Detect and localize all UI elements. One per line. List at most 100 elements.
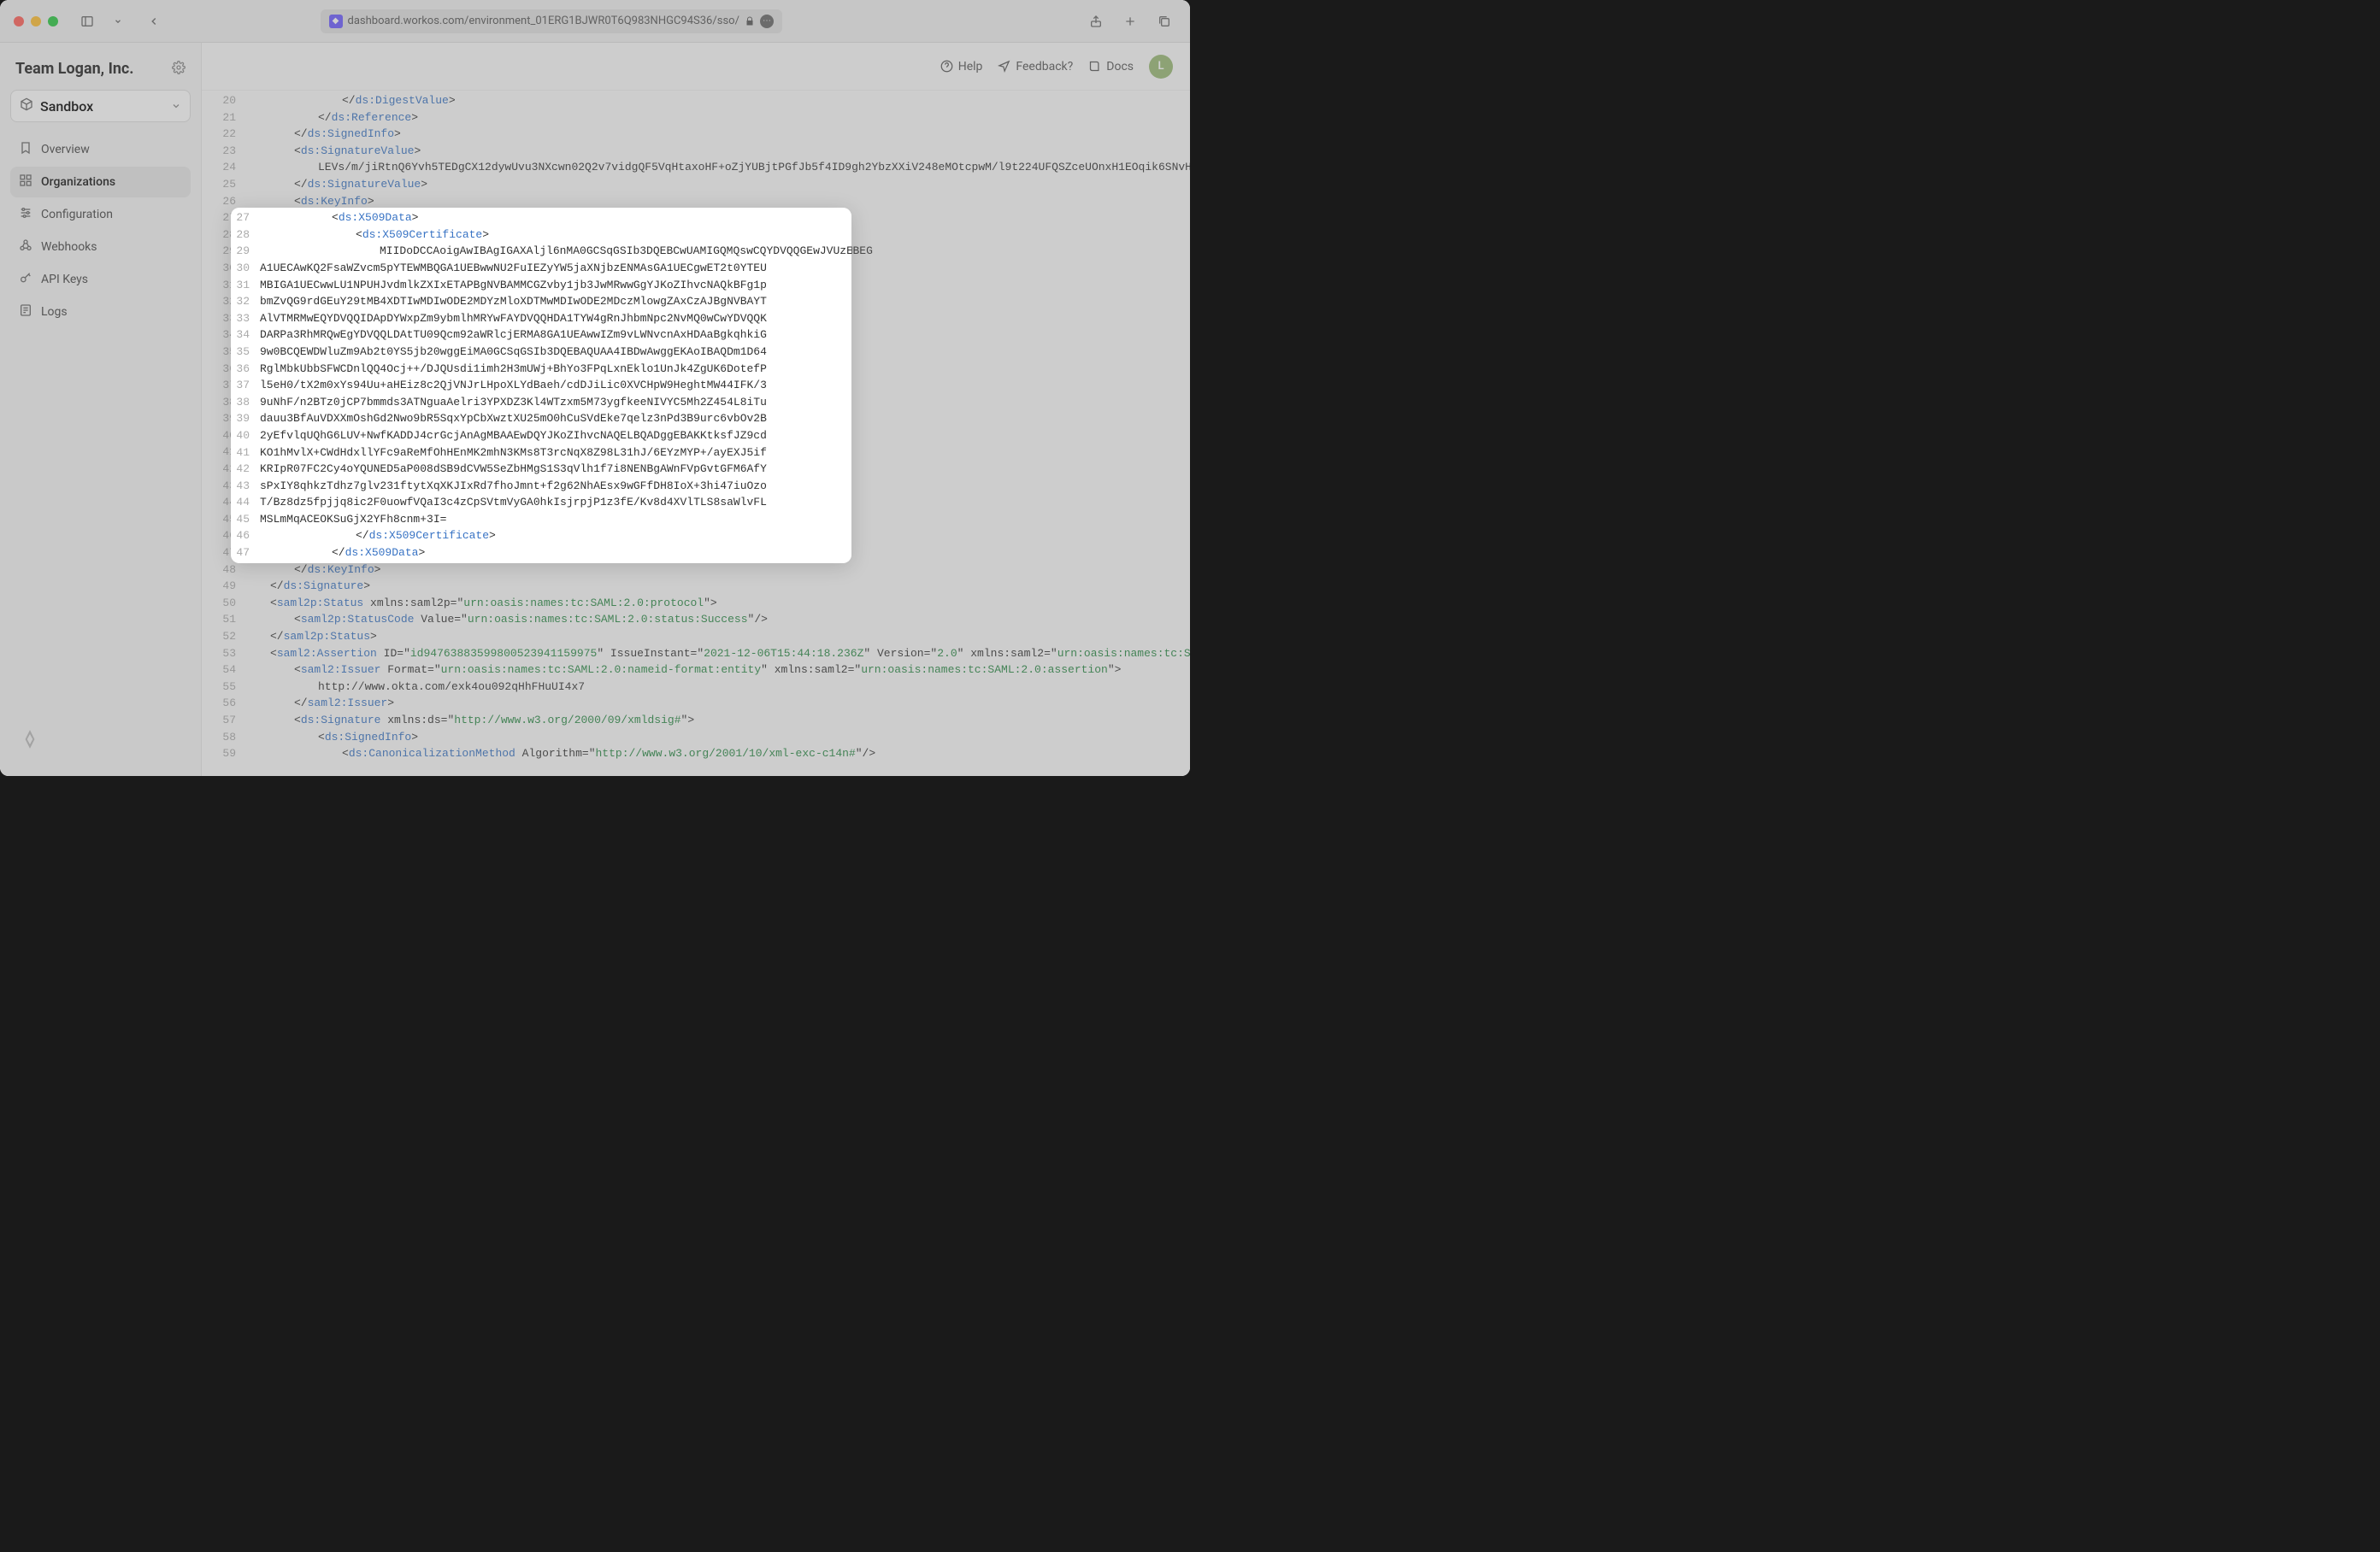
line-number: 42	[202, 461, 246, 478]
line-number: 28	[202, 226, 246, 244]
back-button[interactable]	[142, 9, 166, 33]
url-right-icons: ⋯	[745, 15, 774, 28]
code-text: 9w0BCQEWDWluZm9Ab2t0YS5jb20wggEiMA0GCSqG…	[246, 344, 1190, 361]
line-number: 46	[202, 527, 246, 544]
code-text: <ds:KeyInfo>	[246, 193, 1190, 210]
docs-link[interactable]: Docs	[1088, 60, 1134, 73]
code-line: 389uNhF/n2BTz0jCP7bmmds3ATNguaAelri3YPXD…	[202, 394, 1190, 411]
sidebar-item-overview[interactable]: Overview	[10, 134, 191, 165]
help-link[interactable]: Help	[940, 60, 983, 73]
chevron-down-icon	[171, 98, 181, 115]
bookmark-icon	[19, 141, 32, 158]
code-text: </ds:Signature>	[246, 578, 1190, 595]
line-number: 22	[202, 126, 246, 143]
sidebar-toggle-button[interactable]	[75, 9, 99, 33]
code-text: <ds:SignatureValue>	[246, 143, 1190, 160]
new-tab-button[interactable]	[1118, 9, 1142, 33]
code-text: RglMbkUbbSFWCDnlQQ4Ocj++/DJQUsdi1imh2H3m…	[246, 361, 1190, 378]
code-line: 42KRIpR07FC2Cy4oYQUNED5aP008dSB9dCVW5SeZ…	[202, 461, 1190, 478]
code-line: 53<saml2:Assertion ID="id947638835998005…	[202, 645, 1190, 662]
code-line: 47</ds:X509Data>	[202, 544, 1190, 561]
url-text: dashboard.workos.com/environment_01ERG1B…	[348, 15, 739, 27]
share-button[interactable]	[1084, 9, 1108, 33]
code-line: 27<ds:X509Data>	[202, 209, 1190, 226]
line-number: 21	[202, 109, 246, 126]
sidebar-item-label: Organizations	[41, 175, 115, 189]
line-number: 58	[202, 729, 246, 746]
code-line: 34DARPa3RhMRQwEgYDVQQLDAtTU09Qcm92aWRlcj…	[202, 326, 1190, 344]
line-number: 32	[202, 293, 246, 310]
line-number: 40	[202, 427, 246, 444]
code-line: 55http://www.okta.com/exk4ou092qHhFHuUI4…	[202, 679, 1190, 696]
site-favicon: ◆	[329, 15, 343, 28]
content-area: Help Feedback? Docs L 20</ds:DigestValue…	[202, 43, 1190, 776]
feedback-link[interactable]: Feedback?	[998, 60, 1073, 73]
line-number: 52	[202, 628, 246, 645]
code-text: <ds:X509Data>	[246, 209, 1190, 226]
code-viewer[interactable]: 20</ds:DigestValue>21</ds:Reference>22</…	[202, 91, 1190, 776]
code-text: <ds:Signature xmlns:ds="http://www.w3.or…	[246, 712, 1190, 729]
environment-selector[interactable]: Sandbox	[10, 90, 191, 122]
line-number: 47	[202, 544, 246, 561]
code-line: 50<saml2p:Status xmlns:saml2p="urn:oasis…	[202, 595, 1190, 612]
minimize-window-button[interactable]	[31, 16, 41, 26]
sliders-icon	[19, 206, 32, 223]
code-line: 24LEVs/m/jiRtnQ6Yvh5TEDgCX12dywUvu3NXcwn…	[202, 159, 1190, 176]
gear-icon[interactable]	[172, 61, 186, 78]
sidebar-item-logs[interactable]: Logs	[10, 297, 191, 327]
line-number: 30	[202, 260, 246, 277]
code-line: 39dauu3BfAuVDXXmOshGd2Nwo9bR5SqxYpCbXwzt…	[202, 410, 1190, 427]
line-number: 55	[202, 679, 246, 696]
logs-icon	[19, 303, 32, 320]
sidebar-item-api-keys[interactable]: API Keys	[10, 264, 191, 295]
close-window-button[interactable]	[14, 16, 24, 26]
code-line: 22</ds:SignedInfo>	[202, 126, 1190, 143]
code-text: </ds:SignedInfo>	[246, 126, 1190, 143]
environment-label: Sandbox	[40, 98, 93, 115]
code-line: 31MBIGA1UECwwLU1NPUHJvdmlkZXIxETAPBgNVBA…	[202, 277, 1190, 294]
key-icon	[19, 271, 32, 288]
line-number: 50	[202, 595, 246, 612]
url-bar[interactable]: ◆ dashboard.workos.com/environment_01ERG…	[321, 9, 782, 33]
sidebar-item-label: Logs	[41, 305, 68, 319]
code-text: T/Bz8dz5fpjjq8ic2F0uowfVQaI3c4zCpSVtmVyG…	[246, 494, 1190, 511]
maximize-window-button[interactable]	[48, 16, 58, 26]
code-text: l5eH0/tX2m0xYs94Uu+aHEiz8c2QjVNJrLHpoXLY…	[246, 377, 1190, 394]
avatar[interactable]: L	[1149, 55, 1173, 79]
code-line: 52</saml2p:Status>	[202, 628, 1190, 645]
more-icon[interactable]: ⋯	[760, 15, 774, 28]
line-number: 53	[202, 645, 246, 662]
code-line: 29MIIDoDCCAoigAwIBAgIGAXAljl6nMA0GCSqGSI…	[202, 243, 1190, 260]
code-text: KRIpR07FC2Cy4oYQUNED5aP008dSB9dCVW5SeZbH…	[246, 461, 1190, 478]
titlebar-right	[1084, 9, 1176, 33]
code-text: bmZvQG9rdGEuY29tMB4XDTIwMDIwODE2MDYzMloX…	[246, 293, 1190, 310]
titlebar-dropdown-button[interactable]	[106, 9, 130, 33]
docs-label: Docs	[1106, 60, 1134, 73]
tabs-button[interactable]	[1152, 9, 1176, 33]
code-line: 25</ds:SignatureValue>	[202, 176, 1190, 193]
cube-icon	[20, 97, 33, 115]
line-number: 34	[202, 326, 246, 344]
code-text: LEVs/m/jiRtnQ6Yvh5TEDgCX12dywUvu3NXcwn02…	[246, 159, 1190, 176]
avatar-initial: L	[1158, 60, 1163, 73]
nav: Overview Organizations ConfigurationWebhoo…	[10, 134, 191, 327]
code-line: 26<ds:KeyInfo>	[202, 193, 1190, 210]
code-line: 37l5eH0/tX2m0xYs94Uu+aHEiz8c2QjVNJrLHpoX…	[202, 377, 1190, 394]
code-text: <ds:CanonicalizationMethod Algorithm="ht…	[246, 745, 1190, 762]
line-number: 33	[202, 310, 246, 327]
sidebar-item-webhooks[interactable]: Webhooks	[10, 232, 191, 262]
traffic-lights	[14, 16, 58, 26]
sidebar-item-configuration[interactable]: Configuration	[10, 199, 191, 230]
line-number: 57	[202, 712, 246, 729]
line-number: 51	[202, 611, 246, 628]
sidebar-item-label: Overview	[41, 143, 90, 156]
code-line: 45MSLmMqACEOKSuGjX2YFh8cnm+3I=	[202, 511, 1190, 528]
code-line: 36RglMbkUbbSFWCDnlQQ4Ocj++/DJQUsdi1imh2H…	[202, 361, 1190, 378]
sidebar-item-organizations[interactable]: Organizations	[10, 167, 191, 197]
code-text: </ds:X509Certificate>	[246, 527, 1190, 544]
code-line: 44T/Bz8dz5fpjjq8ic2F0uowfVQaI3c4zCpSVtmV…	[202, 494, 1190, 511]
code-text: <ds:SignedInfo>	[246, 729, 1190, 746]
code-text: <ds:X509Certificate>	[246, 226, 1190, 244]
code-line: 32bmZvQG9rdGEuY29tMB4XDTIwMDIwODE2MDYzMl…	[202, 293, 1190, 310]
code-text: MIIDoDCCAoigAwIBAgIGAXAljl6nMA0GCSqGSIb3…	[246, 243, 1190, 260]
